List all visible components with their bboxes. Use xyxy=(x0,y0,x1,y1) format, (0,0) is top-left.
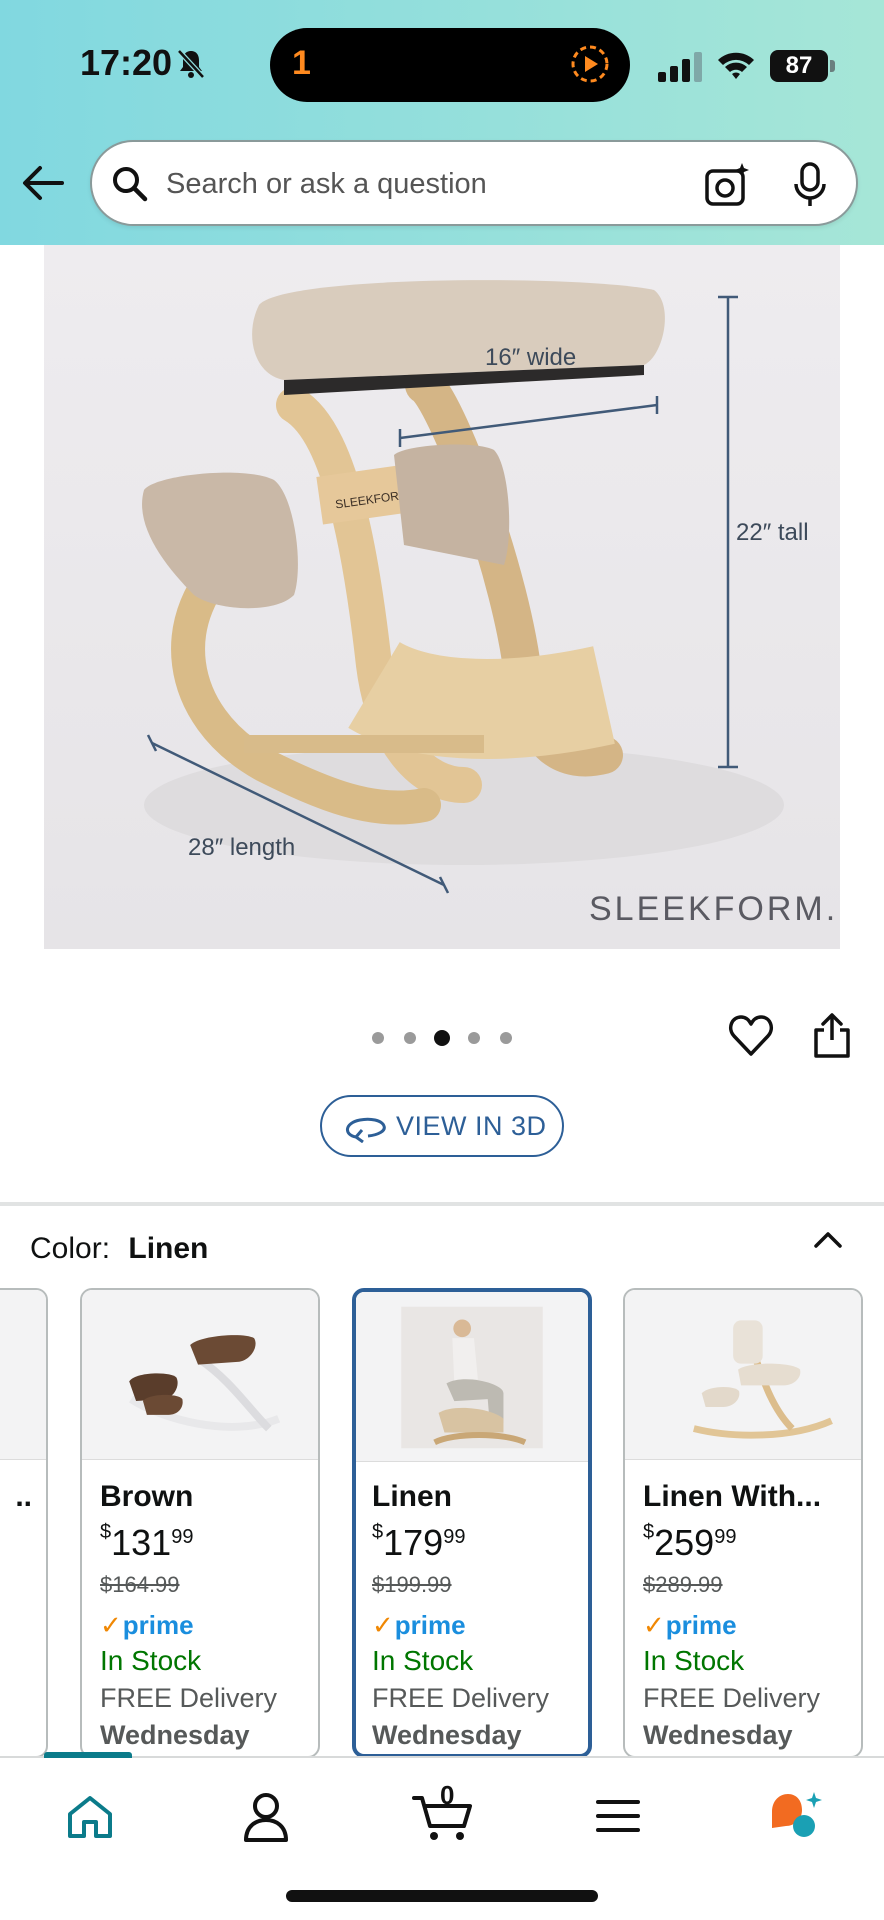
camera-lens-icon[interactable] xyxy=(704,162,750,208)
status-time: 17:20 xyxy=(80,42,173,83)
carousel-dot[interactable] xyxy=(404,1032,416,1044)
home-icon[interactable] xyxy=(60,1788,120,1844)
variant-image xyxy=(625,1290,861,1460)
brand-watermark: SLEEKFORM. xyxy=(589,890,838,928)
cart-count: 0 xyxy=(440,1780,455,1810)
color-selector-header: Color: Linen xyxy=(30,1232,208,1266)
view-in-3d-label: VIEW IN 3D xyxy=(396,1111,547,1141)
variant-image xyxy=(356,1292,588,1462)
color-selected-value: Linen xyxy=(128,1232,209,1265)
screen-record-icon xyxy=(571,45,609,83)
carousel-dot-active[interactable] xyxy=(434,1030,450,1046)
variant-price: $13199 xyxy=(100,1521,194,1563)
search-placeholder: Search or ask a question xyxy=(166,168,487,200)
battery-level: 87 xyxy=(770,50,828,82)
delivery-day: Wednesday xyxy=(643,1720,793,1750)
variant-price: $17999 xyxy=(372,1521,466,1563)
variant-list-price: $199.99 xyxy=(372,1572,452,1597)
prime-badge: ✓prime xyxy=(643,1610,853,1641)
variant-card-linen-with-backrest[interactable]: Linen With... $25999 $289.99 ✓prime In S… xyxy=(623,1288,863,1758)
delivery-day: Wednesday xyxy=(372,1720,522,1750)
variant-name: Linen xyxy=(372,1480,452,1513)
wifi-icon xyxy=(718,52,754,79)
account-icon[interactable] xyxy=(236,1788,296,1844)
dim-length-label: 28″ length xyxy=(188,834,295,861)
variant-image xyxy=(82,1290,318,1460)
carousel-dot[interactable] xyxy=(468,1032,480,1044)
delivery-text: FREE Delivery xyxy=(372,1683,550,1713)
stock-status: In Stock xyxy=(372,1645,474,1676)
price-dollars: 179 xyxy=(383,1522,444,1563)
delivery-text: FREE Delivery xyxy=(643,1683,821,1713)
price-dollars: 131 xyxy=(111,1522,172,1563)
prime-check-icon: ✓ xyxy=(372,1610,394,1640)
chevron-up-icon[interactable] xyxy=(812,1228,844,1252)
prime-check-icon: ✓ xyxy=(100,1610,122,1640)
menu-icon[interactable] xyxy=(588,1788,648,1844)
back-arrow-icon[interactable] xyxy=(20,160,66,206)
color-label: Color: xyxy=(30,1232,111,1265)
carousel-dot[interactable] xyxy=(500,1032,512,1044)
rotate-3d-icon xyxy=(346,1117,386,1143)
search-icon xyxy=(113,167,148,202)
variant-card-brown[interactable]: Brown $13199 $164.99 ✓prime In Stock FRE… xyxy=(80,1288,320,1758)
variant-name: Brown xyxy=(100,1480,194,1513)
delivery-text: FREE Delivery xyxy=(100,1683,278,1713)
kneeling-chair-illustration: SLEEKFORM. 16″ wide 22″ tall 28″ length … xyxy=(142,280,838,928)
home-indicator[interactable] xyxy=(286,1890,598,1902)
microphone-icon[interactable] xyxy=(792,162,828,208)
bell-muted-icon xyxy=(177,49,205,79)
stock-status: In Stock xyxy=(100,1645,202,1676)
product-image[interactable]: SLEEKFORM. 16″ wide 22″ tall 28″ length … xyxy=(44,245,840,949)
variant-name: Linen With... xyxy=(643,1480,822,1513)
prime-label: prime xyxy=(394,1610,466,1640)
nav-active-indicator xyxy=(44,1752,132,1758)
prime-label: prime xyxy=(122,1610,194,1640)
carousel-dot[interactable] xyxy=(372,1032,384,1044)
battery-indicator: 87 xyxy=(770,50,836,82)
variant-card-linen[interactable]: Linen $17999 $199.99 ✓prime In Stock FRE… xyxy=(352,1288,592,1758)
stock-status: In Stock xyxy=(643,1645,745,1676)
dim-wide-label: 16″ wide xyxy=(485,344,576,371)
variant-image xyxy=(0,1290,46,1460)
battery-tip xyxy=(830,60,835,72)
header: 17:20 1 87 Search or ask a question xyxy=(0,0,884,245)
variant-list-price: $289.99 xyxy=(643,1572,723,1597)
cellular-signal-icon xyxy=(658,52,702,82)
section-divider xyxy=(0,1202,884,1206)
view-in-3d-button[interactable]: VIEW IN 3D xyxy=(320,1095,564,1157)
share-icon[interactable] xyxy=(812,1012,852,1058)
delivery-day: Wednesday xyxy=(100,1720,250,1750)
product-page: 17:20 1 87 Search or ask a question SLEE… xyxy=(0,0,884,1920)
prime-check-icon: ✓ xyxy=(643,1610,665,1640)
variant-card-partial[interactable]: .. xyxy=(0,1288,48,1758)
carousel-dots[interactable] xyxy=(366,1028,516,1048)
island-counter: 1 xyxy=(292,44,311,82)
heart-icon[interactable] xyxy=(728,1014,774,1058)
price-dollars: 259 xyxy=(654,1522,715,1563)
prime-label: prime xyxy=(665,1610,737,1640)
rufus-assistant-icon[interactable] xyxy=(764,1788,824,1844)
variant-price: $25999 xyxy=(643,1521,737,1563)
variant-name: .. xyxy=(15,1480,32,1513)
dim-tall-label: 22″ tall xyxy=(736,519,809,546)
prime-badge: ✓prime xyxy=(372,1610,582,1641)
price-cents: 99 xyxy=(171,1526,194,1548)
variant-list-price: $164.99 xyxy=(100,1572,180,1597)
price-cents: 99 xyxy=(443,1526,466,1548)
price-cents: 99 xyxy=(714,1526,737,1548)
search-input[interactable]: Search or ask a question xyxy=(90,140,858,226)
prime-badge: ✓prime xyxy=(100,1610,310,1641)
